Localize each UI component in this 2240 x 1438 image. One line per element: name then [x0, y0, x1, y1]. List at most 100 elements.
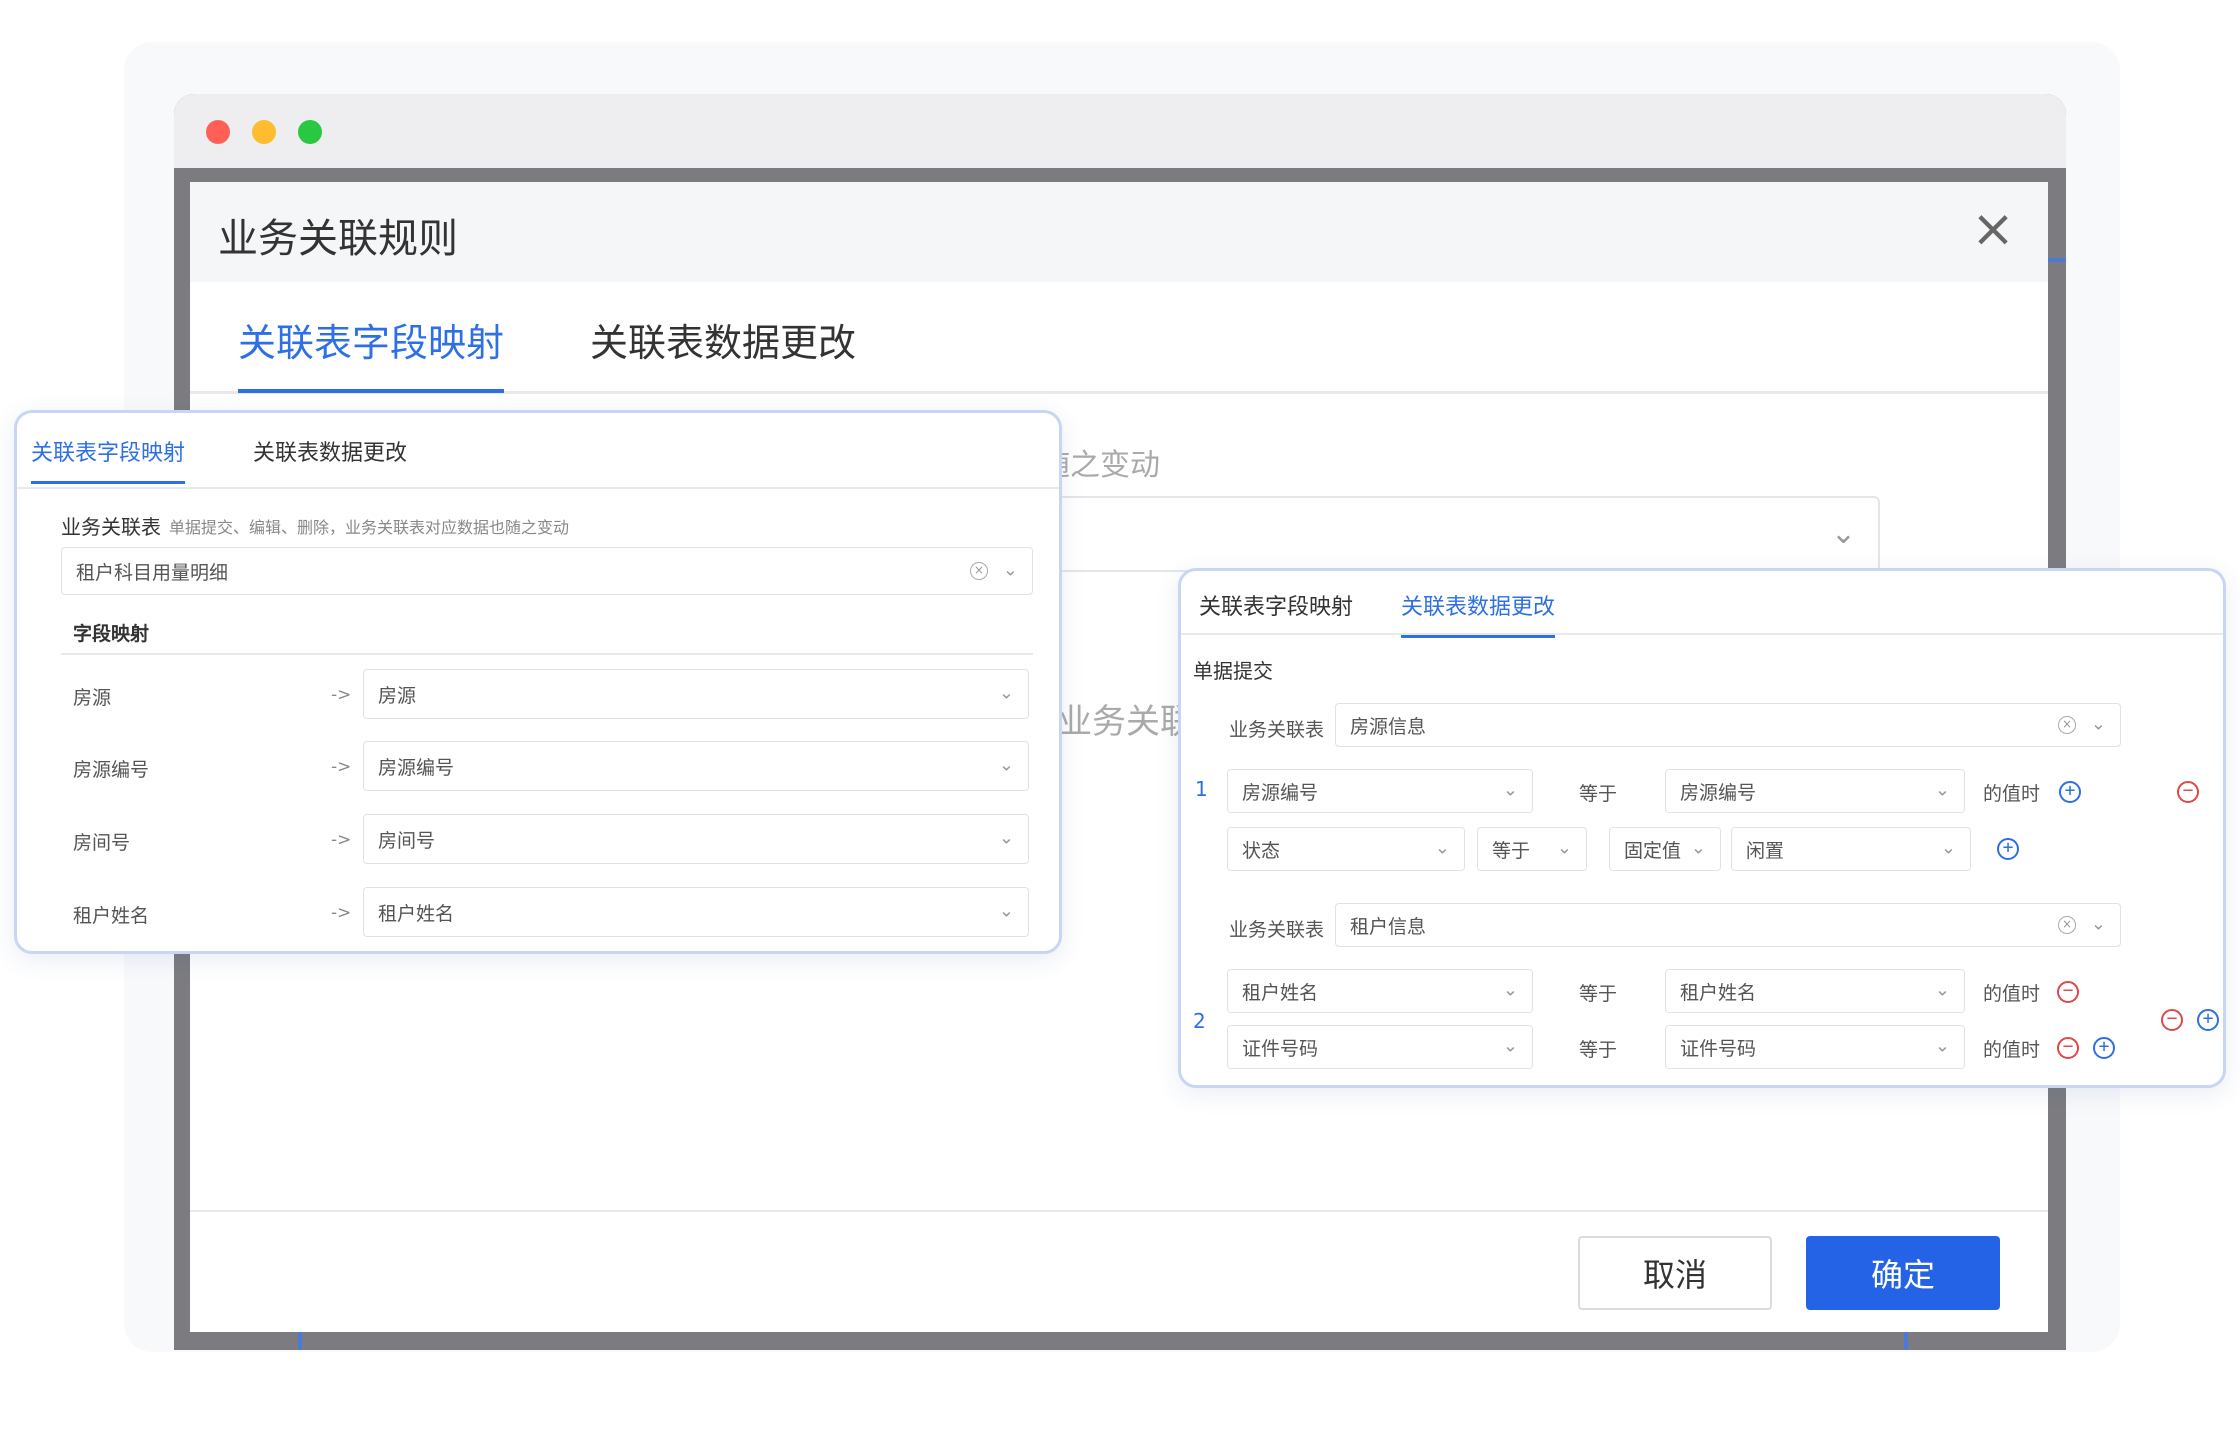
condition-target-select[interactable]: 房源编号 ⌄ — [1665, 769, 1965, 813]
panel-tab-bar: 关联表字段映射 关联表数据更改 — [17, 413, 1059, 489]
mapping-arrow: -> — [331, 903, 352, 923]
select-value: 等于 — [1492, 839, 1531, 862]
condition-target-select[interactable]: 租户姓名 ⌄ — [1665, 969, 1965, 1013]
related-table-select[interactable]: 房源信息 × ⌄ — [1335, 703, 2121, 747]
update-operator-select[interactable]: 等于 ⌄ — [1477, 827, 1587, 871]
remove-condition-icon[interactable]: − — [2057, 1037, 2079, 1059]
table-hint: 单据提交、编辑、删除，业务关联表对应数据也随之变动 — [169, 518, 570, 537]
table-label: 业务关联表 — [1229, 719, 1325, 741]
select-value: 房源编号 — [1242, 781, 1319, 804]
select-value: 租户信息 — [1350, 915, 1427, 938]
clear-icon[interactable]: × — [2058, 716, 2076, 734]
select-value: 闲置 — [1746, 839, 1785, 862]
when-value-label: 的值时 — [1983, 983, 2041, 1005]
clear-icon[interactable]: × — [970, 562, 988, 580]
chevron-down-icon: ⌄ — [1556, 837, 1572, 859]
confirm-button[interactable]: 确定 — [1806, 1236, 2000, 1310]
cancel-button[interactable]: 取消 — [1578, 1236, 1772, 1310]
when-value-label: 的值时 — [1983, 783, 2041, 805]
add-condition-icon[interactable]: + — [2059, 781, 2081, 803]
remove-group-icon[interactable]: − — [2161, 1009, 2183, 1031]
tab-data-change[interactable]: 关联表数据更改 — [590, 312, 856, 389]
maximize-window-dot[interactable] — [298, 120, 322, 144]
related-table-select[interactable]: 租户科目用量明细 × ⌄ — [61, 547, 1033, 595]
select-value: 房间号 — [378, 829, 436, 852]
chevron-down-icon: ⌄ — [2090, 713, 2106, 735]
remove-group-icon[interactable]: − — [2177, 781, 2199, 803]
condition-field-select[interactable]: 租户姓名 ⌄ — [1227, 969, 1533, 1013]
condition-target-select[interactable]: 证件号码 ⌄ — [1665, 1025, 1965, 1069]
mapping-target-select[interactable]: 房源编号 ⌄ — [363, 741, 1029, 791]
select-value: 证件号码 — [1680, 1037, 1757, 1060]
equals-label: 等于 — [1579, 983, 1618, 1005]
select-value: 租户姓名 — [1680, 981, 1757, 1004]
when-value-label: 的值时 — [1983, 1039, 2041, 1061]
equals-label: 等于 — [1579, 1039, 1618, 1061]
chevron-down-icon: ⌄ — [998, 754, 1014, 776]
select-value: 房源 — [378, 684, 417, 707]
select-value: 房源编号 — [378, 756, 455, 779]
add-condition-icon[interactable]: + — [2093, 1037, 2115, 1059]
group-number: 1 — [1195, 777, 1208, 801]
tab-field-mapping[interactable]: 关联表字段映射 — [238, 312, 505, 393]
chevron-down-icon: ⌄ — [998, 900, 1014, 922]
chevron-down-icon: ⌄ — [1502, 1035, 1518, 1057]
chevron-down-icon: ⌄ — [1002, 559, 1018, 581]
update-field-select[interactable]: 状态 ⌄ — [1227, 827, 1465, 871]
select-value: 租户姓名 — [378, 902, 455, 925]
chevron-down-icon: ⌄ — [1502, 779, 1518, 801]
equals-label: 等于 — [1579, 783, 1618, 805]
background-edge-mark — [298, 1330, 302, 1350]
table-label: 业务关联表 — [61, 515, 161, 539]
section-title: 单据提交 — [1193, 659, 1273, 683]
mapping-target-select[interactable]: 房源 ⌄ — [363, 669, 1029, 719]
select-value: 房源编号 — [1680, 781, 1757, 804]
chevron-down-icon: ⌄ — [2090, 913, 2106, 935]
chevron-down-icon: ⌄ — [1830, 516, 1856, 551]
update-type-select[interactable]: 固定值 ⌄ — [1609, 827, 1721, 871]
select-value: 租户姓名 — [1242, 981, 1319, 1004]
chevron-down-icon: ⌄ — [1690, 837, 1706, 859]
chevron-down-icon: ⌄ — [1934, 1035, 1950, 1057]
clear-icon[interactable]: × — [2058, 916, 2076, 934]
close-icon[interactable]: × — [1968, 203, 2018, 256]
chevron-down-icon: ⌄ — [1934, 979, 1950, 1001]
data-change-panel: 关联表字段映射 关联表数据更改 单据提交 业务关联表 房源信息 × ⌄ 1 房源… — [1178, 568, 2226, 1088]
window-titlebar — [174, 94, 2066, 168]
select-value: 状态 — [1242, 839, 1281, 862]
chevron-down-icon: ⌄ — [998, 827, 1014, 849]
modal-title: 业务关联规则 — [218, 216, 458, 262]
tab-field-mapping[interactable]: 关联表字段映射 — [31, 435, 186, 484]
update-value-select[interactable]: 闲置 ⌄ — [1731, 827, 1971, 871]
remove-condition-icon[interactable]: − — [2057, 981, 2079, 1003]
add-update-icon[interactable]: + — [1997, 838, 2019, 860]
ghost-label-text: 业务关联 — [1058, 702, 1194, 742]
mapping-target-select[interactable]: 租户姓名 ⌄ — [363, 887, 1029, 937]
panel-tab-bar: 关联表字段映射 关联表数据更改 — [1181, 571, 2223, 638]
chevron-down-icon: ⌄ — [1502, 979, 1518, 1001]
select-value: 房源信息 — [1350, 715, 1427, 738]
modal-tab-bar: 关联表字段映射 关联表数据更改 — [190, 282, 2048, 394]
mapping-arrow: -> — [331, 685, 352, 705]
mapping-arrow: -> — [331, 830, 352, 850]
related-table-select[interactable]: 租户信息 × ⌄ — [1335, 903, 2121, 947]
mapping-source: 租户姓名 — [73, 905, 150, 927]
group-number: 2 — [1193, 1009, 1206, 1033]
modal-header: 业务关联规则 × — [190, 182, 2048, 282]
chevron-down-icon: ⌄ — [1434, 837, 1450, 859]
section-divider — [61, 653, 1033, 655]
modal-footer: 取消 确定 — [190, 1210, 2048, 1332]
condition-field-select[interactable]: 房源编号 ⌄ — [1227, 769, 1533, 813]
select-value: 证件号码 — [1242, 1037, 1319, 1060]
close-window-dot[interactable] — [206, 120, 230, 144]
tab-data-change[interactable]: 关联表数据更改 — [1401, 589, 1556, 638]
table-label: 业务关联表 — [1229, 919, 1325, 941]
minimize-window-dot[interactable] — [252, 120, 276, 144]
chevron-down-icon: ⌄ — [1940, 837, 1956, 859]
select-value: 固定值 — [1624, 839, 1682, 862]
condition-field-select[interactable]: 证件号码 ⌄ — [1227, 1025, 1533, 1069]
mapping-target-select[interactable]: 房间号 ⌄ — [363, 814, 1029, 864]
tab-field-mapping[interactable]: 关联表字段映射 — [1199, 589, 1353, 635]
add-group-icon[interactable]: + — [2197, 1009, 2219, 1031]
tab-data-change[interactable]: 关联表数据更改 — [253, 435, 407, 481]
